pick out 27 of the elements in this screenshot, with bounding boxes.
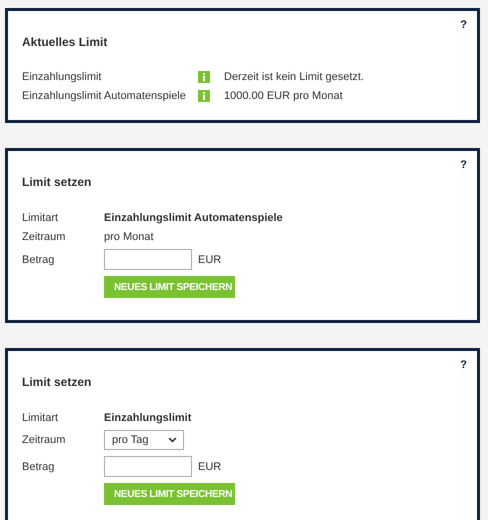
info-icon [198,90,210,102]
limit-value: 1000.00 EUR pro Monat [224,90,344,102]
field-value: pro Monat [104,230,154,242]
limit-value: Derzeit ist kein Limit gesetzt. [224,71,364,83]
chevron-down-icon [168,437,177,443]
field-value: Einzahlungslimit Automatenspiele [104,212,283,224]
panel-title: Limit setzen [22,175,92,189]
field-label: Limitart [22,212,60,224]
limit-label: Einzahlungslimit [22,71,102,83]
help-link[interactable]: ? [460,159,467,171]
field-label: Betrag [22,254,56,266]
limit-label: Einzahlungslimit Automatenspiele [22,90,187,102]
help-link[interactable]: ? [460,19,467,31]
field-label: Zeitraum [22,230,66,242]
amount-field[interactable] [104,249,192,270]
field-label: Betrag [22,460,56,472]
field-value: Einzahlungslimit [104,412,192,424]
field-label: Zeitraum [22,434,66,446]
currency-label: EUR [198,460,222,472]
panel-title: Limit setzen [22,375,92,389]
period-dropdown[interactable]: pro Tag [104,430,184,450]
field-label: Limitart [22,412,60,424]
amount-field[interactable] [104,456,192,477]
info-icon [198,71,210,83]
panel-title: Aktuelles Limit [22,35,108,49]
currency-label: EUR [198,254,222,266]
help-link[interactable]: ? [460,359,467,371]
